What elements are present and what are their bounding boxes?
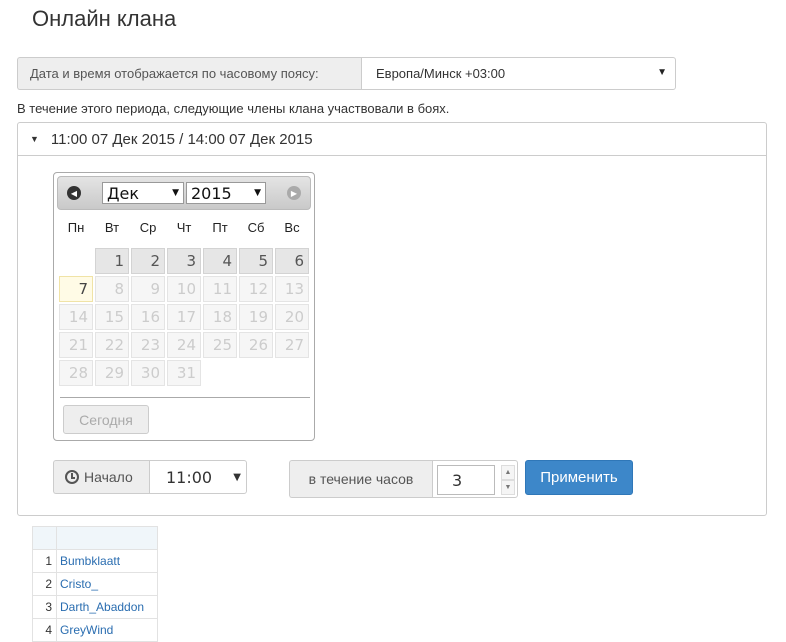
day-cell-disabled: 31	[167, 360, 201, 386]
chevron-down-icon: ▼	[657, 67, 667, 78]
day-cell-disabled: 16	[131, 304, 165, 330]
weekday-label: Вт	[104, 220, 120, 235]
prev-month-icon[interactable]: ◀	[67, 186, 81, 200]
day-cell[interactable]: 4	[203, 248, 237, 274]
start-time-select[interactable]: 11:00 ▼	[149, 460, 247, 494]
member-name-link[interactable]: GreyWind	[56, 618, 158, 642]
duration-group: в течение часов 3 ▲ ▼	[289, 460, 518, 498]
day-cell-disabled: 20	[275, 304, 309, 330]
day-cell-disabled: 23	[131, 332, 165, 358]
spin-up-icon[interactable]: ▲	[501, 465, 515, 480]
period-description: В течение этого периода, следующие члены…	[17, 101, 450, 116]
day-cell-disabled: 25	[203, 332, 237, 358]
page-title: Онлайн клана	[32, 6, 177, 31]
member-name-link[interactable]: Cristo_	[56, 572, 158, 596]
chevron-down-icon: ▼	[254, 188, 261, 198]
timezone-group: Дата и время отображается по часовому по…	[17, 57, 676, 90]
day-cell-disabled: 26	[239, 332, 273, 358]
day-cell-disabled: 21	[59, 332, 93, 358]
table-row: 2 Cristo_	[32, 572, 158, 596]
day-cell-disabled: 24	[167, 332, 201, 358]
day-cell[interactable]: 1	[95, 248, 129, 274]
row-number: 1	[32, 549, 57, 573]
table-row: 1 Bumbklaatt	[32, 549, 158, 573]
divider	[60, 397, 310, 398]
day-cell-disabled: 13	[275, 276, 309, 302]
members-table: 1 Bumbklaatt 2 Cristo_ 3 Darth_Abaddon 4 GreyWi…	[32, 526, 158, 642]
table-row: 4 GreyWind	[32, 618, 158, 642]
table-row: 3 Darth_Abaddon	[32, 595, 158, 619]
day-cell-disabled: 28	[59, 360, 93, 386]
start-time-group: Начало 11:00 ▼	[53, 460, 247, 494]
day-cell-disabled: 18	[203, 304, 237, 330]
clock-icon	[65, 470, 79, 484]
chevron-down-icon: ▼	[233, 471, 241, 483]
day-cell-disabled: 17	[167, 304, 201, 330]
row-number: 4	[32, 618, 57, 642]
weekday-label: Сб	[247, 220, 265, 235]
day-cell-disabled: 9	[131, 276, 165, 302]
datepicker: ◀ Дек ▼ 2015 ▼ ▶ Пн Вт Ср Чт Пт Сб Вс 12345678…	[53, 172, 315, 441]
day-cell-disabled: 15	[95, 304, 129, 330]
day-cell-disabled: 27	[275, 332, 309, 358]
duration-box: 3 ▲ ▼	[432, 460, 518, 498]
month-select[interactable]: Дек ▼	[102, 182, 184, 204]
start-label-text: Начало	[84, 469, 133, 485]
day-cell-disabled: 19	[239, 304, 273, 330]
table-header-cell	[56, 526, 158, 550]
day-cell[interactable]: 3	[167, 248, 201, 274]
year-select[interactable]: 2015 ▼	[186, 182, 266, 204]
table-header-cell	[32, 526, 57, 550]
row-number: 3	[32, 595, 57, 619]
today-button[interactable]: Сегодня	[63, 405, 149, 434]
timezone-select[interactable]: Европа/Минск +03:00 ▼	[361, 57, 676, 90]
day-cell[interactable]: 2	[131, 248, 165, 274]
weekday-label: Ср	[139, 220, 157, 235]
panel-header-label: 11:00 07 Дек 2015 / 14:00 07 Дек 2015	[50, 130, 313, 148]
duration-label: в течение часов	[289, 460, 432, 498]
weekday-label: Вс	[284, 220, 300, 235]
day-cell-disabled: 30	[131, 360, 165, 386]
chevron-down-icon: ▼	[172, 188, 179, 198]
apply-button[interactable]: Применить	[525, 460, 633, 495]
day-cell-disabled: 29	[95, 360, 129, 386]
period-panel: ▼ 11:00 07 Дек 2015 / 14:00 07 Дек 2015 …	[17, 122, 767, 516]
weekday-label: Пн	[67, 220, 85, 235]
row-number: 2	[32, 572, 57, 596]
spin-down-icon[interactable]: ▼	[501, 480, 515, 495]
next-month-icon[interactable]: ▶	[287, 186, 301, 200]
day-cell-disabled: 11	[203, 276, 237, 302]
duration-input[interactable]: 3	[437, 465, 495, 495]
duration-spinner: ▲ ▼	[501, 465, 515, 495]
day-cell-disabled: 22	[95, 332, 129, 358]
day-cell[interactable]: 5	[239, 248, 273, 274]
day-cell[interactable]: 6	[275, 248, 309, 274]
start-time-value: 11:00	[166, 467, 213, 487]
day-cell-disabled: 12	[239, 276, 273, 302]
member-name-link[interactable]: Darth_Abaddon	[56, 595, 158, 619]
timezone-label: Дата и время отображается по часовому по…	[17, 57, 361, 90]
calendar-grid: 1 2 3 4 5 6 7 8 9 10 11 12 13 14 15 16 17 18 19 20 21 22 23 24 2…	[58, 247, 310, 387]
weekday-label: Пт	[212, 220, 228, 235]
table-header-row	[32, 526, 158, 550]
weekday-header: Пн Вт Ср Чт Пт Сб Вс	[58, 220, 310, 235]
collapse-triangle-icon: ▼	[30, 134, 39, 144]
timezone-value: Европа/Минск +03:00	[376, 66, 506, 81]
month-value: Дек	[107, 183, 140, 203]
day-cell-disabled: 14	[59, 304, 93, 330]
day-cell-today[interactable]: 7	[59, 276, 93, 302]
start-label: Начало	[53, 460, 149, 494]
datepicker-header: ◀ Дек ▼ 2015 ▼ ▶	[57, 176, 311, 210]
weekday-label: Чт	[176, 220, 192, 235]
panel-header[interactable]: ▼ 11:00 07 Дек 2015 / 14:00 07 Дек 2015	[18, 123, 766, 156]
day-cell-disabled: 10	[167, 276, 201, 302]
year-value: 2015	[191, 183, 232, 203]
day-cell-disabled: 8	[95, 276, 129, 302]
member-name-link[interactable]: Bumbklaatt	[56, 549, 158, 573]
